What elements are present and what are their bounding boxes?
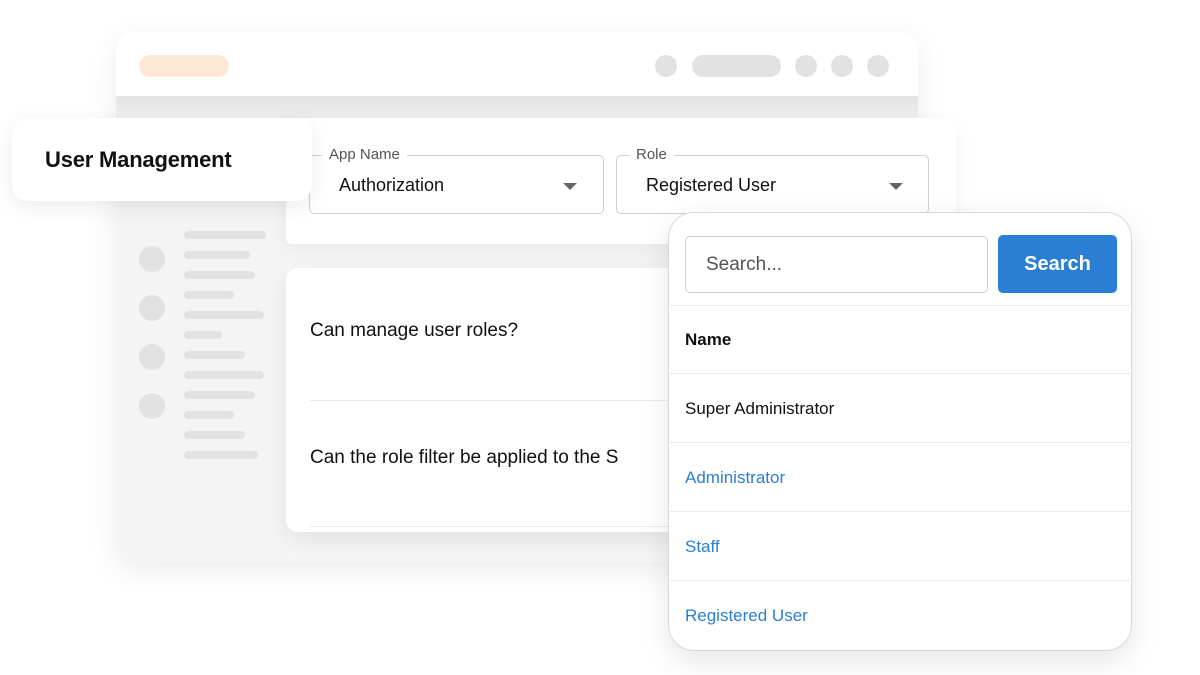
logo-placeholder [139,55,229,77]
role-search-input[interactable] [685,236,988,293]
skeleton-avatar [139,393,165,419]
app-name-select[interactable]: App Name Authorization [309,146,604,214]
skeleton-line [184,451,258,459]
divider [669,373,1131,374]
skeleton-avatar [139,344,165,370]
search-button[interactable]: Search [998,235,1117,293]
role-select[interactable]: Role Registered User [616,146,929,214]
skeleton-line [184,311,264,319]
topbar-shadow [116,96,918,120]
skeleton-line [184,231,266,239]
permission-question: Can the role filter be applied to the S [310,447,619,468]
skeleton-avatar [139,246,165,272]
caret-down-icon [889,183,903,190]
permission-question: Can manage user roles? [310,320,519,341]
permissions-card: Can manage user roles? Can the role filt… [286,268,706,532]
nav-dot-placeholder [655,55,677,77]
app-name-value: Authorization [339,175,445,195]
window-topbar [116,32,918,96]
skeleton-line [184,251,250,259]
caret-down-icon [563,183,577,190]
nav-dot-placeholder [867,55,889,77]
page-title-card: User Management [12,118,312,201]
role-row-registered-user[interactable]: Registered User [685,606,808,626]
skeleton-line [184,371,264,379]
role-label: Role [629,146,674,163]
page-title: User Management [45,146,232,172]
skeleton-line [184,351,245,359]
divider [669,511,1131,512]
divider [310,526,706,527]
skeleton-line [184,331,222,339]
divider [669,580,1131,581]
skeleton-line [184,431,245,439]
skeleton-line [184,291,234,299]
role-picker-popup: Search Name Super Administrator Administ… [668,212,1132,651]
role-row-super-administrator[interactable]: Super Administrator [685,399,834,419]
role-value: Registered User [646,175,777,195]
role-row-administrator[interactable]: Administrator [685,468,785,488]
skeleton-line [184,391,255,399]
nav-dot-placeholder [795,55,817,77]
role-row-staff[interactable]: Staff [685,537,720,557]
skeleton-line [184,411,234,419]
nav-dot-placeholder [831,55,853,77]
app-name-label: App Name [322,146,407,163]
divider [669,442,1131,443]
divider [669,305,1131,306]
nav-pill-placeholder [692,55,781,77]
skeleton-line [184,271,255,279]
name-column-header: Name [685,330,732,349]
skeleton-avatar [139,295,165,321]
divider [310,400,706,401]
